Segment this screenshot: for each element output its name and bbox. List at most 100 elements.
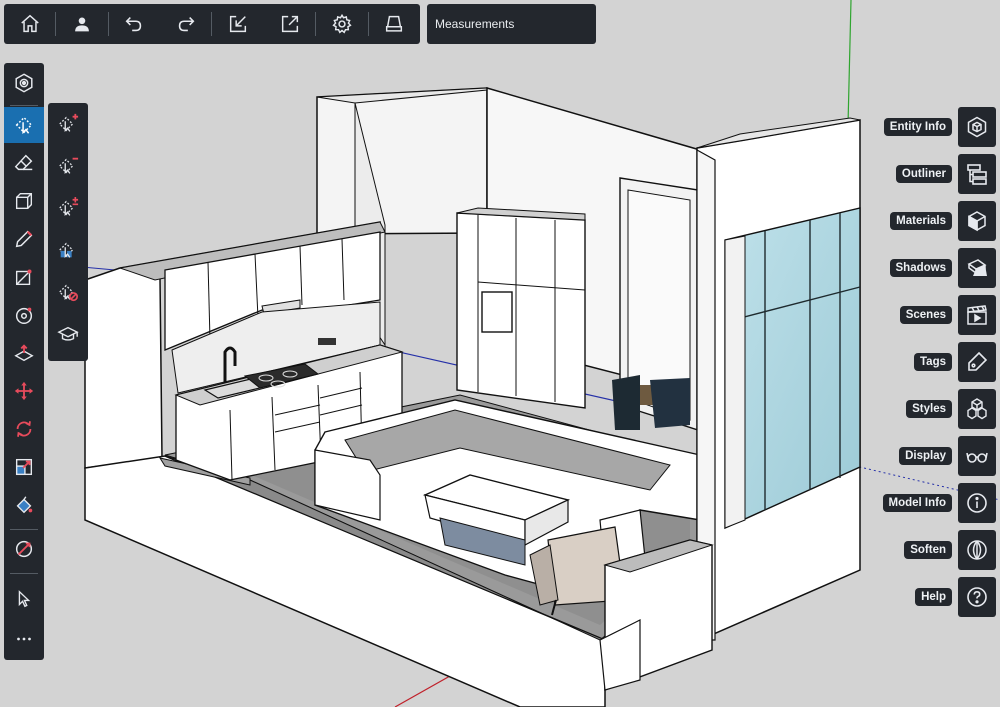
panel-row-shadows: Shadows bbox=[889, 248, 996, 288]
materials-button[interactable] bbox=[958, 201, 996, 241]
select-hat-icon bbox=[57, 326, 79, 341]
styles-label[interactable]: Styles bbox=[906, 400, 952, 418]
materials-label[interactable]: Materials bbox=[890, 212, 952, 230]
select-arrow-icon bbox=[15, 116, 33, 135]
select-plusminus-icon bbox=[58, 197, 79, 216]
rotate-tool-button[interactable] bbox=[4, 411, 44, 447]
materials-cube-icon bbox=[968, 211, 986, 232]
home-button[interactable] bbox=[4, 4, 55, 44]
panel-row-materials: Materials bbox=[890, 201, 996, 241]
model-viewport[interactable] bbox=[0, 0, 1000, 707]
settings-button[interactable] bbox=[316, 4, 367, 44]
panel-row-display: Display bbox=[899, 436, 996, 476]
select-advanced-button[interactable] bbox=[48, 315, 88, 353]
shadows-label[interactable]: Shadows bbox=[889, 259, 952, 277]
hexagon-search-icon bbox=[15, 73, 33, 93]
display-label[interactable]: Display bbox=[899, 447, 952, 465]
select-plus-icon bbox=[58, 113, 79, 132]
top-toolbar bbox=[4, 4, 420, 44]
push-pull-icon bbox=[14, 344, 34, 362]
outliner-button[interactable] bbox=[958, 154, 996, 194]
shadows-icon bbox=[967, 259, 987, 276]
help-label[interactable]: Help bbox=[915, 588, 952, 606]
eraser-tool-button[interactable] bbox=[4, 145, 44, 181]
scenes-clapper-icon bbox=[967, 305, 987, 325]
soften-label[interactable]: Soften bbox=[904, 541, 952, 559]
select-filter-button[interactable] bbox=[48, 231, 88, 269]
export-icon bbox=[281, 15, 298, 33]
more-tools-button[interactable] bbox=[4, 621, 44, 657]
help-button[interactable] bbox=[958, 577, 996, 617]
ar-viewer-button[interactable] bbox=[369, 4, 420, 44]
toolbar-divider bbox=[10, 105, 38, 106]
select-add-button[interactable] bbox=[48, 105, 88, 143]
redo-button[interactable] bbox=[160, 4, 211, 44]
scenes-button[interactable] bbox=[958, 295, 996, 335]
entity-info-label[interactable]: Entity Info bbox=[883, 118, 952, 136]
user-icon bbox=[75, 17, 89, 32]
export-button[interactable] bbox=[264, 4, 315, 44]
select-flyout bbox=[48, 103, 88, 361]
shadows-button[interactable] bbox=[958, 248, 996, 288]
tags-label[interactable]: Tags bbox=[914, 353, 952, 371]
paint-bucket-tool-button[interactable] bbox=[4, 487, 44, 523]
tags-button[interactable] bbox=[958, 342, 996, 382]
display-button[interactable] bbox=[958, 436, 996, 476]
move-tool-button[interactable] bbox=[4, 373, 44, 409]
panel-row-entity-info: Entity Info bbox=[883, 107, 996, 147]
scale-tool-button[interactable] bbox=[4, 449, 44, 485]
styles-button[interactable] bbox=[958, 389, 996, 429]
measurements-label: Measurements bbox=[435, 17, 515, 31]
panel-row-soften: Soften bbox=[904, 530, 996, 570]
redo-icon bbox=[178, 17, 195, 32]
pointer-icon bbox=[18, 590, 31, 608]
info-icon bbox=[967, 493, 987, 513]
outliner-icon bbox=[967, 164, 987, 185]
select-none-icon bbox=[58, 284, 78, 302]
import-button[interactable] bbox=[212, 4, 263, 44]
undo-button[interactable] bbox=[109, 4, 160, 44]
toolbar-divider bbox=[10, 529, 38, 530]
select-tool-button[interactable] bbox=[4, 107, 44, 143]
measurements-box[interactable]: Measurements bbox=[427, 4, 596, 44]
line-tool-icon bbox=[15, 269, 32, 286]
box-tool-button[interactable] bbox=[4, 183, 44, 219]
tag-icon bbox=[968, 351, 988, 371]
soften-button[interactable] bbox=[958, 530, 996, 570]
select-toggle-button[interactable] bbox=[48, 189, 88, 227]
home-icon bbox=[20, 14, 39, 33]
outliner-label[interactable]: Outliner bbox=[895, 165, 952, 183]
import-icon bbox=[230, 15, 247, 33]
account-button[interactable] bbox=[56, 4, 107, 44]
gear-icon bbox=[332, 13, 352, 34]
eraser-icon bbox=[14, 154, 33, 171]
model-info-button[interactable] bbox=[958, 483, 996, 523]
select-subtract-button[interactable] bbox=[48, 147, 88, 185]
tray-icon bbox=[386, 15, 403, 32]
panel-row-tags: Tags bbox=[914, 342, 996, 382]
push-pull-tool-button[interactable] bbox=[4, 335, 44, 371]
entity-info-icon bbox=[967, 116, 987, 138]
circle-tool-button[interactable] bbox=[4, 297, 44, 333]
pointer-tool-button[interactable] bbox=[4, 581, 44, 617]
soften-sphere-icon bbox=[967, 540, 987, 560]
undo-icon bbox=[125, 17, 142, 32]
rotate-icon bbox=[16, 421, 32, 437]
select-minus-icon bbox=[58, 157, 79, 174]
line-tool-button[interactable] bbox=[4, 259, 44, 295]
styles-cubes-icon bbox=[967, 398, 987, 420]
orbit-tool-button[interactable] bbox=[4, 531, 44, 567]
orbit-icon bbox=[15, 540, 33, 558]
search-tool-button[interactable] bbox=[4, 65, 44, 101]
left-toolbar bbox=[4, 63, 44, 660]
select-none-button[interactable] bbox=[48, 273, 88, 311]
panel-row-help: Help bbox=[915, 577, 996, 617]
scenes-label[interactable]: Scenes bbox=[899, 306, 952, 324]
model-info-label[interactable]: Model Info bbox=[882, 494, 952, 512]
pencil-tool-button[interactable] bbox=[4, 221, 44, 257]
entity-info-button[interactable] bbox=[958, 107, 996, 147]
toolbar-divider bbox=[10, 573, 38, 574]
box-outline-icon bbox=[15, 192, 33, 210]
panel-row-scenes: Scenes bbox=[899, 295, 996, 335]
panel-row-outliner: Outliner bbox=[895, 154, 996, 194]
